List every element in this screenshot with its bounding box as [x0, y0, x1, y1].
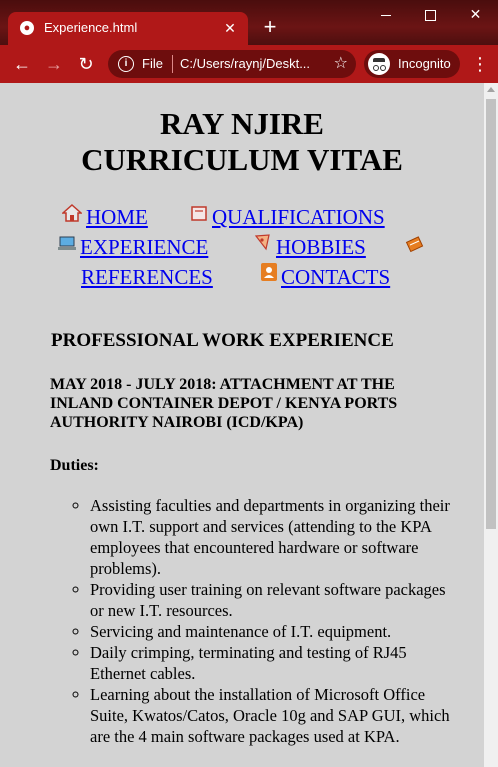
list-item: Daily crimping, terminating and testing … [90, 642, 450, 684]
maximize-button[interactable] [408, 0, 453, 29]
address-bar[interactable]: i File C:/Users/raynj/Deskt... ☆ [108, 50, 356, 78]
nav-link-references[interactable]: REFERENCES [81, 265, 213, 289]
list-item: Providing user training on relevant soft… [90, 579, 450, 621]
tab-strip: ● Experience.html ✕ + ✕ [0, 0, 498, 45]
minimize-icon [380, 14, 391, 16]
incognito-icon [368, 53, 390, 75]
house-icon [62, 203, 82, 222]
scheme-label: File [142, 56, 163, 71]
nav-link-hobbies[interactable]: HOBBIES [276, 235, 366, 259]
bookmark-star-icon[interactable]: ☆ [334, 53, 348, 73]
url-text[interactable]: C:/Users/raynj/Deskt... [180, 56, 310, 71]
address-separator [172, 55, 173, 73]
page-subtitle: CURRICULUM VITAE [81, 142, 403, 177]
reload-icon[interactable]: ↻ [74, 52, 98, 76]
browser-toolbar: ← → ↻ i File C:/Users/raynj/Deskt... ☆ I… [0, 45, 498, 83]
nav-link-qualifications[interactable]: QUALIFICATIONS [212, 205, 385, 229]
globe-icon: ● [20, 21, 34, 35]
back-arrow-icon[interactable]: ← [10, 52, 34, 76]
page-viewport: RAY NJIRE CURRICULUM VITAE HOME QUALIFIC… [0, 83, 484, 767]
info-icon[interactable]: i [118, 56, 134, 72]
certificate-icon [191, 206, 207, 221]
minimize-button[interactable] [363, 0, 408, 29]
list-item: Servicing and maintenance of I.T. equipm… [90, 621, 450, 642]
list-item: Learning about the installation of Micro… [90, 684, 450, 747]
incognito-label: Incognito [398, 56, 451, 71]
scrollbar-thumb[interactable] [486, 99, 496, 529]
list-item: Assisting faculties and departments in o… [90, 495, 450, 579]
vertical-scrollbar[interactable] [484, 83, 498, 767]
job-heading: MAY 2018 - JULY 2018: ATTACHMENT AT THE … [50, 376, 398, 431]
nav-link-contacts[interactable]: CONTACTS [281, 265, 390, 289]
maximize-icon [425, 9, 436, 21]
scroll-up-arrow-icon[interactable] [487, 87, 495, 92]
laptop-icon [58, 236, 76, 250]
new-tab-button[interactable]: + [258, 15, 282, 39]
section-heading: PROFESSIONAL WORK EXPERIENCE [51, 330, 394, 351]
duties-list: Assisting faculties and departments in o… [50, 495, 450, 747]
incognito-badge[interactable]: Incognito [364, 50, 460, 78]
nav-link-experience[interactable]: EXPERIENCE [80, 235, 208, 259]
browser-tab[interactable]: ● Experience.html ✕ [8, 12, 248, 45]
duties-label: Duties: [50, 457, 99, 474]
kebab-menu-icon[interactable]: ⋮ [470, 52, 490, 76]
contact-card-icon [261, 263, 277, 281]
book-icon [405, 236, 424, 253]
close-window-button[interactable]: ✕ [453, 0, 498, 29]
page-title: RAY NJIRE [160, 106, 324, 141]
palette-icon [254, 234, 270, 251]
nav-link-home[interactable]: HOME [86, 205, 148, 229]
forward-arrow-icon[interactable]: → [42, 52, 66, 76]
close-tab-icon[interactable]: ✕ [220, 18, 240, 38]
tab-title: Experience.html [44, 20, 138, 35]
